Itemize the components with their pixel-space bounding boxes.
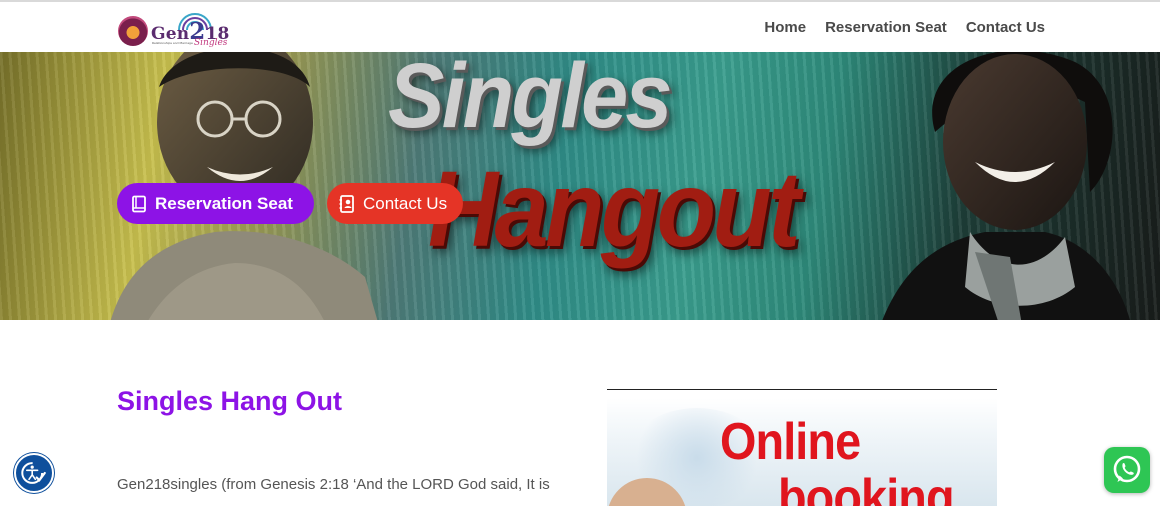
logo-emblem-icon (118, 16, 148, 46)
book-icon (132, 195, 146, 212)
intro-paragraph: Gen218singles (from Genesis 2:18 ‘And th… (117, 476, 550, 493)
online-booking-image: Online booking (607, 398, 997, 506)
contact-us-button[interactable]: Contact Us (327, 183, 463, 224)
image-divider (607, 389, 997, 390)
hero-woman-photo (882, 52, 1130, 320)
nav-contact-us[interactable]: Contact Us (966, 19, 1045, 36)
whatsapp-button[interactable] (1104, 447, 1150, 493)
booking-image-text-online: Online (720, 413, 861, 471)
reservation-seat-button[interactable]: Reservation Seat (117, 183, 314, 224)
nav-home[interactable]: Home (764, 19, 806, 36)
accessibility-button[interactable] (14, 453, 54, 493)
contact-us-label: Contact Us (363, 193, 448, 213)
hero-title-singles: Singles (388, 52, 672, 147)
contact-book-icon (339, 194, 354, 213)
logo-tagline: Relationships and Marriage (152, 41, 193, 45)
accessibility-check-icon (21, 462, 46, 484)
nav-reservation-seat[interactable]: Reservation Seat (825, 19, 947, 36)
reservation-seat-label: Reservation Seat (155, 193, 293, 213)
site-logo[interactable]: Gen218 Relationships and Marriage Single… (118, 8, 230, 52)
hero-title-hangout: Hangout (428, 148, 801, 269)
logo-script-text: Singles (194, 38, 228, 48)
section-title: Singles Hang Out (117, 386, 343, 416)
site-header: Gen218 Relationships and Marriage Single… (0, 2, 1160, 52)
main-nav: Home Reservation Seat Contact Us (764, 19, 1045, 36)
booking-image-text-booking: booking (778, 469, 955, 506)
whatsapp-icon (1113, 455, 1141, 483)
